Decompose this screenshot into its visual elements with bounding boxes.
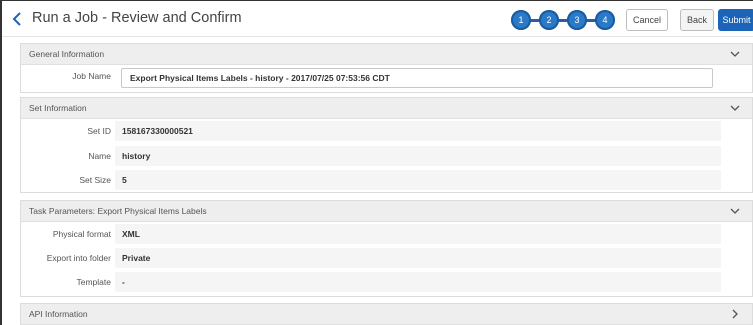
task-parameters-panel: Task Parameters: Export Physical Items L… [20,200,753,297]
set-size-label: Set Size [79,175,111,185]
general-information-panel: General Information Job Name Export Phys… [20,43,753,93]
task-parameters-header[interactable]: Task Parameters: Export Physical Items L… [21,201,752,222]
set-size-value: 5 [115,170,721,190]
back-button[interactable]: Back [680,9,714,31]
general-information-title: General Information [29,49,105,59]
physical-format-label: Physical format [52,229,111,239]
step-3[interactable]: 3 [567,10,587,30]
back-arrow-icon[interactable] [10,11,24,27]
submit-button[interactable]: Submit [718,9,753,31]
job-name-field[interactable]: Export Physical Items Labels - history -… [121,68,713,88]
chevron-down-icon[interactable] [730,206,740,216]
template-label: Template [76,277,112,287]
chevron-down-icon[interactable] [730,49,740,59]
api-information-panel: API Information [20,303,753,325]
physical-format-value: XML [115,224,721,244]
set-information-header[interactable]: Set Information [21,98,752,119]
api-information-title: API Information [29,309,88,319]
set-name-value: history [115,146,721,166]
export-folder-value: Private [115,248,721,268]
api-information-header[interactable]: API Information [21,304,752,325]
set-id-label: Set ID [87,126,111,136]
general-information-header[interactable]: General Information [21,44,752,65]
template-value: - [115,272,721,292]
task-parameters-title: Task Parameters: Export Physical Items L… [29,206,207,216]
page-header: Run a Job - Review and Confirm 1 2 3 4 C… [2,1,753,37]
set-information-panel: Set Information Set ID 158167330000521 N… [20,97,753,193]
cancel-button[interactable]: Cancel [626,9,668,31]
chevron-down-icon[interactable] [730,103,740,113]
set-id-value: 158167330000521 [115,121,721,141]
set-information-title: Set Information [29,103,87,113]
chevron-right-icon[interactable] [730,309,740,319]
step-1[interactable]: 1 [511,10,531,30]
step-2[interactable]: 2 [539,10,559,30]
page-title: Run a Job - Review and Confirm [32,10,242,26]
export-folder-label: Export into folder [46,253,111,263]
step-4[interactable]: 4 [595,10,615,30]
wizard-steps: 1 2 3 4 [511,10,617,30]
set-name-label: Name [88,151,111,161]
job-name-label: Job Name [72,71,111,81]
